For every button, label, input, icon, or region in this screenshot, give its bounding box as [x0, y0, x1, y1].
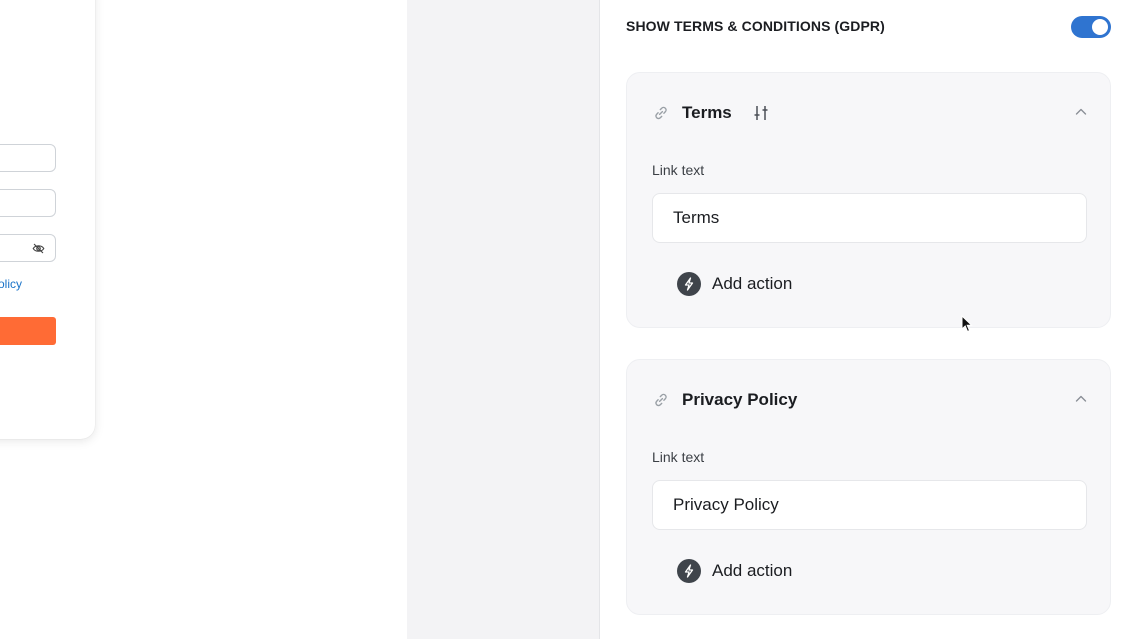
link-icon: [655, 393, 667, 407]
terms-section-title: Terms: [682, 103, 732, 122]
chevron-up-icon[interactable]: [1074, 105, 1088, 119]
privacy-add-action-button[interactable]: Add action: [677, 558, 792, 584]
terms-link-text-input[interactable]: [652, 193, 1087, 243]
bolt-icon: [677, 272, 701, 296]
add-action-label: Add action: [712, 561, 793, 580]
gdpr-toggle-label: SHOW TERMS & CONDITIONS (GDPR): [626, 18, 885, 34]
terms-section-header[interactable]: Terms: [627, 73, 1110, 153]
bolt-icon: [677, 559, 701, 583]
privacy-policy-section: Privacy Policy Link text Add action: [626, 359, 1111, 615]
editor-canvas: Policy: [0, 0, 407, 639]
preview-form-card[interactable]: Policy: [0, 0, 95, 439]
privacy-link-text-label: Link text: [652, 449, 705, 465]
gdpr-toggle-row: SHOW TERMS & CONDITIONS (GDPR): [626, 14, 1111, 40]
privacy-link-text-input[interactable]: [652, 480, 1087, 530]
canvas-gutter: [407, 0, 600, 639]
eye-off-icon[interactable]: [32, 242, 45, 255]
privacy-section-header[interactable]: Privacy Policy: [627, 360, 1110, 440]
toggle-knob: [1092, 19, 1108, 35]
privacy-section-title: Privacy Policy: [682, 390, 798, 409]
preview-password-input[interactable]: [0, 234, 56, 262]
chevron-up-icon[interactable]: [1074, 392, 1088, 406]
preview-submit-button[interactable]: [0, 317, 56, 345]
preview-input-1[interactable]: [0, 144, 56, 172]
preview-policy-link[interactable]: Policy: [0, 277, 22, 291]
sliders-icon[interactable]: [753, 104, 769, 122]
mouse-cursor-icon: [961, 315, 973, 333]
terms-link-text-label: Link text: [652, 162, 705, 178]
gdpr-toggle[interactable]: [1071, 16, 1111, 38]
terms-add-action-button[interactable]: Add action: [677, 271, 792, 297]
settings-panel: SHOW TERMS & CONDITIONS (GDPR) Terms Lin…: [601, 0, 1121, 639]
terms-section: Terms Link text Add action: [626, 72, 1111, 328]
add-action-label: Add action: [712, 274, 793, 293]
link-icon: [655, 106, 667, 120]
preview-input-2[interactable]: [0, 189, 56, 217]
